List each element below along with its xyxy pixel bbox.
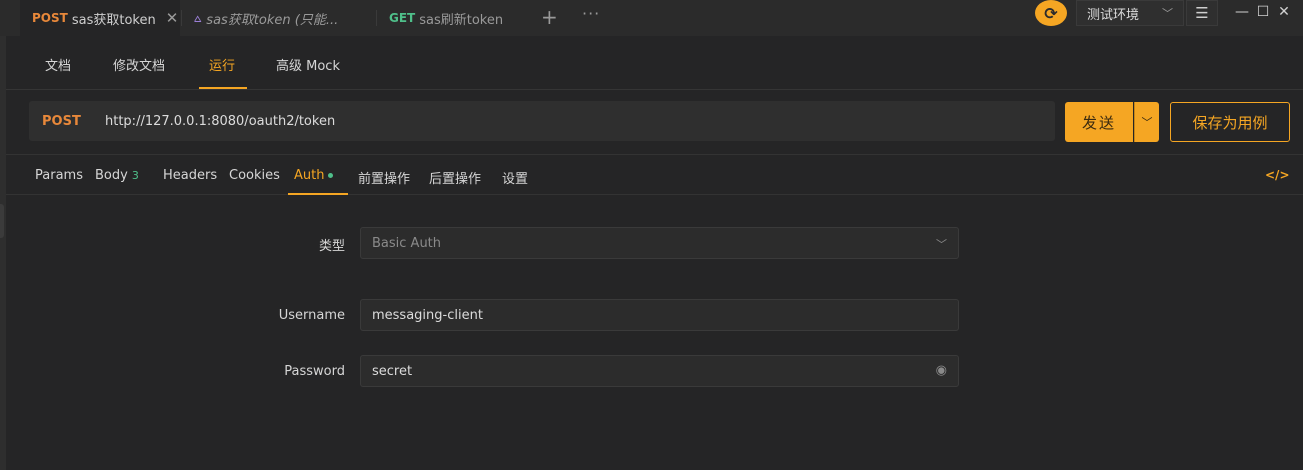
username-field[interactable]: messaging-client: [360, 299, 959, 331]
url-bar[interactable]: POST http://127.0.0.1:8080/oauth2/token: [29, 101, 1055, 141]
tab-method: POST: [32, 11, 68, 25]
close-icon[interactable]: ✕: [166, 9, 179, 27]
tab-label: Params: [35, 168, 83, 183]
subnav-edit-docs[interactable]: 修改文档: [113, 55, 165, 74]
auth-type-label: 类型: [318, 239, 345, 254]
method-select[interactable]: POST: [42, 114, 81, 129]
resize-handle[interactable]: [0, 204, 4, 238]
tab-title: sas获取token: [71, 12, 156, 28]
eye-icon[interactable]: ◉: [936, 363, 947, 378]
tab-label: 前置操作: [358, 172, 411, 187]
tab-method: GET: [389, 11, 416, 25]
sync-icon[interactable]: ⟳: [1035, 0, 1067, 26]
active-tab-underline: [199, 87, 247, 89]
tab-divider: [376, 10, 377, 26]
tab-params[interactable]: Params: [35, 168, 83, 183]
tab-body[interactable]: Body 3: [95, 168, 139, 183]
environment-select[interactable]: 测试环境 ﹀: [1076, 0, 1184, 26]
more-tabs-button[interactable]: ···: [582, 4, 600, 23]
left-gutter: [0, 36, 6, 470]
send-button[interactable]: 发送: [1065, 102, 1133, 142]
doc-icon: ⩟: [194, 10, 202, 25]
tab-title: sas获取token (只能...: [206, 12, 339, 28]
tab-settings[interactable]: 设置: [502, 168, 528, 187]
minimize-button[interactable]: —: [1232, 2, 1252, 22]
subnav-run[interactable]: 运行: [209, 55, 235, 74]
chevron-down-icon: ﹀: [1162, 7, 1173, 20]
tab-post-actions[interactable]: 后置操作: [429, 168, 481, 187]
tab-label: Cookies: [229, 168, 280, 183]
auth-type-select[interactable]: Basic Auth ﹀: [360, 227, 959, 259]
environment-label: 测试环境: [1087, 7, 1140, 23]
auth-type-value: Basic Auth: [372, 235, 442, 251]
auth-status-dot: [328, 173, 334, 178]
request-tab-doc[interactable]: ⩟ sas获取token (只能...: [194, 0, 364, 36]
tab-divider: [181, 10, 182, 26]
subnav-advanced-mock[interactable]: 高级 Mock: [276, 55, 340, 74]
tab-bar: POST sas获取token ✕ ⩟ sas获取token (只能... GE…: [0, 0, 1303, 36]
tab-auth[interactable]: Auth: [294, 168, 334, 183]
active-tab-underline: [288, 193, 348, 195]
tab-label: 设置: [502, 172, 529, 187]
send-options-button[interactable]: ﹀: [1134, 102, 1159, 142]
tab-label: Auth: [294, 168, 325, 183]
save-as-case-button[interactable]: 保存为用例: [1170, 102, 1290, 142]
tab-cookies[interactable]: Cookies: [229, 168, 280, 183]
menu-icon[interactable]: ☰: [1186, 0, 1218, 26]
tab-title: sas刷新token: [419, 12, 504, 28]
subnav: 文档 修改文档 运行 高级 Mock: [6, 36, 1303, 90]
password-value: secret: [372, 363, 413, 379]
username-label: Username: [278, 308, 345, 323]
maximize-button[interactable]: ☐: [1253, 2, 1273, 22]
tab-pre-actions[interactable]: 前置操作: [358, 168, 410, 187]
param-tabs: Params Body 3 Headers Cookies Auth 前置操作 后…: [6, 154, 1303, 195]
request-tab-active[interactable]: POST sas获取token ✕: [20, 0, 180, 36]
request-tab-refresh[interactable]: GET sas刷新token: [389, 0, 529, 36]
tab-label: 后置操作: [429, 172, 482, 187]
username-value: messaging-client: [372, 307, 483, 323]
body-count-badge: 3: [131, 169, 139, 182]
tab-headers[interactable]: Headers: [163, 168, 217, 183]
tab-label: Body: [95, 168, 128, 183]
chevron-down-icon: ﹀: [936, 238, 947, 251]
password-label: Password: [284, 364, 345, 379]
chevron-down-icon: ﹀: [1141, 116, 1153, 129]
password-field[interactable]: secret ◉: [360, 355, 959, 387]
add-tab-button[interactable]: +: [541, 5, 558, 29]
subnav-docs[interactable]: 文档: [45, 55, 71, 74]
code-icon[interactable]: </>: [1265, 168, 1290, 182]
url-input[interactable]: http://127.0.0.1:8080/oauth2/token: [105, 114, 335, 129]
close-window-button[interactable]: ✕: [1274, 2, 1294, 22]
tab-label: Headers: [163, 168, 218, 183]
